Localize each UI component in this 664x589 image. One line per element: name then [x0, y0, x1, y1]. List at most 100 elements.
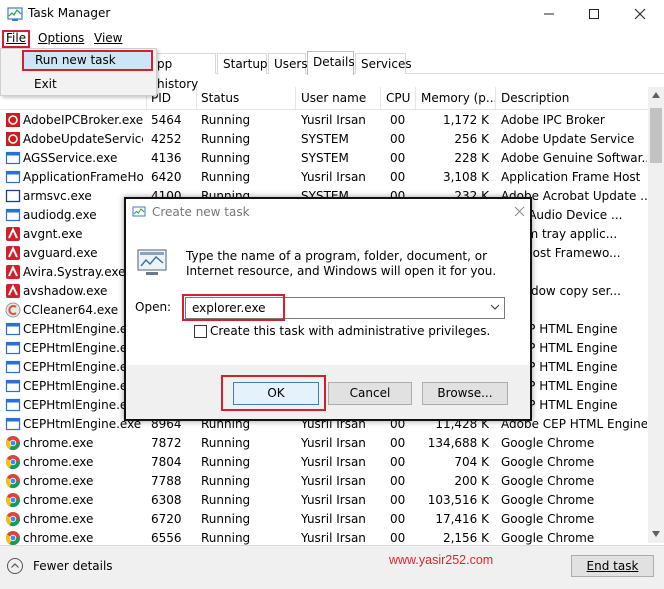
minimize-button[interactable] — [526, 0, 572, 28]
tab-details[interactable]: Details — [307, 51, 355, 75]
cell-pid: 7788 — [151, 474, 182, 488]
scroll-up-icon[interactable] — [651, 91, 661, 99]
adobe-icon — [5, 131, 21, 147]
table-row[interactable]: AdobeUpdateService.... 4252 Running SYSTEM 0… — [0, 130, 648, 149]
column-header-user-name[interactable]: User name — [301, 91, 366, 105]
cell-desc: Google Chrome — [501, 455, 595, 469]
app-window-icon — [5, 397, 21, 413]
table-row[interactable]: ApplicationFrameHo... 6420 Running Yusril I… — [0, 168, 648, 187]
avira-icon — [5, 283, 21, 299]
menu-item-exit[interactable]: Exit — [34, 77, 57, 91]
ok-label: OK — [267, 386, 285, 400]
minimize-icon — [544, 13, 554, 15]
window-title: Task Manager — [28, 6, 111, 20]
cell-mem: 17,416 K — [435, 512, 489, 526]
column-divider[interactable] — [196, 87, 197, 110]
table-row[interactable]: chrome.exe 6720 Running Yusril Irsan 00 17,41… — [0, 510, 648, 529]
table-row[interactable]: chrome.exe 7788 Running Yusril Irsan 00 200 K… — [0, 472, 648, 491]
cell-status: Running — [201, 436, 251, 450]
browse-button[interactable]: Browse... — [422, 382, 508, 405]
cell-name: chrome.exe — [23, 512, 94, 526]
tab-details-label: Details — [313, 55, 355, 69]
cell-cpu: 00 — [390, 474, 406, 488]
cell-name: AGSService.exe — [23, 151, 118, 165]
cell-name: chrome.exe — [23, 455, 94, 469]
ccleaner-icon — [5, 302, 21, 318]
close-icon — [514, 206, 524, 216]
ok-button[interactable]: OK — [233, 382, 319, 405]
table-row[interactable]: AGSService.exe 4136 Running SYSTEM 00 228 K Ad… — [0, 149, 648, 168]
cell-cpu: 00 — [390, 455, 406, 469]
cell-cpu: 00 — [390, 531, 406, 545]
cell-user: Yusril Irsan — [301, 512, 366, 526]
table-row[interactable]: chrome.exe 7804 Running Yusril Irsan 00 704 K… — [0, 453, 648, 472]
column-divider[interactable] — [495, 87, 496, 110]
cell-mem: 256 K — [454, 132, 489, 146]
dialog-message: Type the name of a program, folder, docu… — [186, 249, 497, 278]
end-task-button[interactable]: End task — [571, 555, 654, 577]
chevron-down-icon[interactable] — [490, 304, 500, 311]
column-header-description[interactable]: Description — [501, 91, 569, 105]
column-divider[interactable] — [295, 87, 296, 110]
tab-services[interactable]: Services — [355, 53, 412, 74]
cell-user: Yusril Irsan — [301, 474, 366, 488]
task-manager-small-icon — [132, 206, 146, 217]
maximize-button[interactable] — [571, 0, 617, 28]
cell-mem: 2,156 K — [442, 531, 489, 545]
cell-name: chrome.exe — [23, 493, 94, 507]
cell-pid: 7872 — [151, 436, 182, 450]
column-header-cpu[interactable]: CPU — [386, 91, 410, 105]
menu-view[interactable]: View — [91, 30, 125, 48]
column-header-memory[interactable]: Memory (p... — [421, 91, 497, 105]
cell-status: Running — [201, 113, 251, 127]
column-divider[interactable] — [415, 87, 416, 110]
admin-privileges-checkbox[interactable] — [194, 325, 207, 338]
app-window-icon — [5, 150, 21, 166]
tab-services-label: Services — [361, 57, 412, 71]
dialog-title: Create new task — [152, 205, 250, 219]
app-window-icon — [5, 340, 21, 356]
table-row[interactable]: chrome.exe 7872 Running Yusril Irsan 00 134,6… — [0, 434, 648, 453]
cell-mem: 704 K — [454, 455, 489, 469]
cell-pid: 7804 — [151, 455, 182, 469]
tab-users[interactable]: Users — [268, 53, 308, 74]
cell-desc: Google Chrome — [501, 474, 595, 488]
cell-desc: Adobe Update Service — [501, 132, 635, 146]
scrollbar-thumb[interactable] — [650, 108, 662, 163]
run-new-task-label: Run new task — [35, 53, 116, 67]
cell-name: chrome.exe — [23, 474, 94, 488]
dialog-close-button[interactable] — [510, 202, 528, 220]
fewer-details-button[interactable]: Fewer details — [6, 556, 113, 576]
cell-name: ApplicationFrameHo... — [23, 170, 143, 184]
menu-view-label: View — [94, 31, 123, 45]
cell-user: Yusril Irsan — [301, 170, 366, 184]
cell-status: Running — [201, 170, 251, 184]
avira-icon — [5, 226, 21, 242]
close-button[interactable] — [617, 0, 663, 28]
open-input[interactable]: explorer.exe — [192, 301, 266, 315]
cell-status: Running — [201, 151, 251, 165]
table-row[interactable]: AdobeIPCBroker.exe 5464 Running Yusril Irsa… — [0, 111, 648, 130]
app-window-icon — [5, 207, 21, 223]
chrome-icon — [5, 492, 21, 508]
cell-pid: 6308 — [151, 493, 182, 507]
column-divider[interactable] — [380, 87, 381, 110]
cell-name: chrome.exe — [23, 436, 94, 450]
cancel-button[interactable]: Cancel — [328, 382, 412, 405]
menu-options[interactable]: Options — [35, 30, 87, 48]
cell-desc: Adobe IPC Broker — [501, 113, 605, 127]
maximize-icon — [589, 9, 599, 19]
task-manager-icon — [7, 7, 23, 21]
cell-user: Yusril Irsan — [301, 436, 366, 450]
menu-item-run-new-task[interactable]: Run new task — [22, 50, 153, 71]
cell-status: Running — [201, 132, 251, 146]
scroll-down-icon[interactable] — [651, 530, 661, 538]
tab-startup[interactable]: Startup — [217, 53, 268, 74]
cell-mem: 134,688 K — [427, 436, 489, 450]
menu-options-label: Options — [38, 31, 85, 45]
tab-app-history[interactable]: pp history — [152, 53, 216, 91]
cell-desc: Google Chrome — [501, 436, 595, 450]
menu-file[interactable]: File — [2, 30, 31, 48]
table-row[interactable]: chrome.exe 6308 Running Yusril Irsan 00 103,5… — [0, 491, 648, 510]
column-header-status[interactable]: Status — [201, 91, 239, 105]
